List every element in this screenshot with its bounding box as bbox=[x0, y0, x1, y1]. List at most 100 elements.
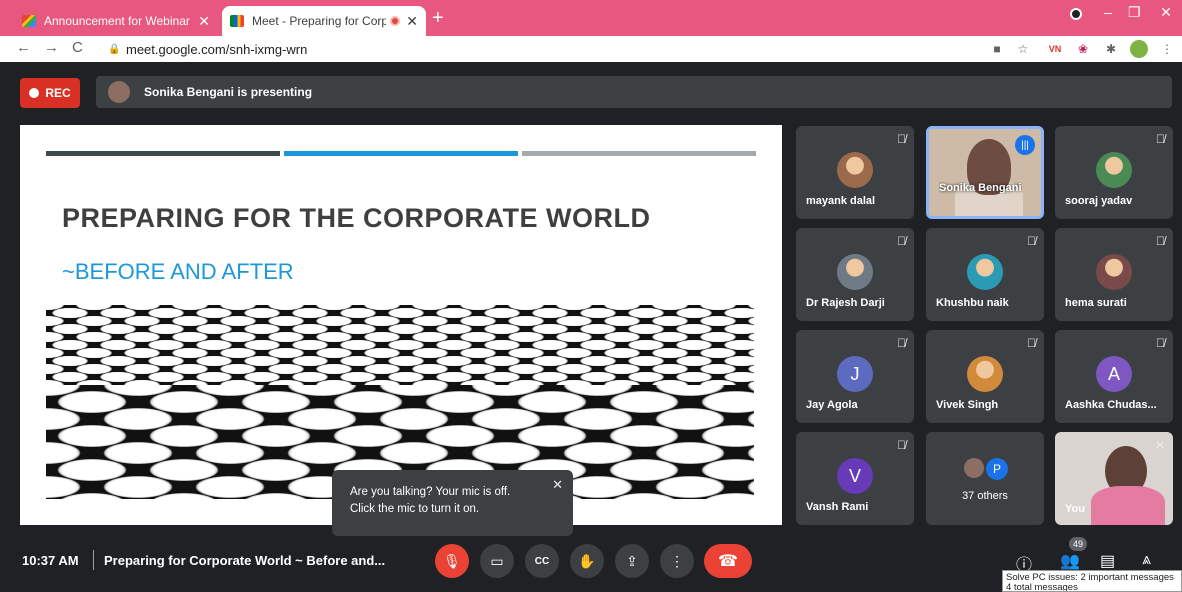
tab-meet[interactable]: Meet - Preparing for Corpora ✕ bbox=[222, 6, 426, 36]
participant-tile[interactable]: 🎙̸ sooraj yadav bbox=[1055, 126, 1173, 219]
profile-icon[interactable] bbox=[1070, 8, 1082, 20]
divider bbox=[93, 550, 94, 570]
toast-line: Click the mic to turn it on. bbox=[350, 503, 480, 515]
extension-icon[interactable]: VN bbox=[1046, 40, 1064, 58]
extensions-puzzle-icon[interactable]: ✱ bbox=[1102, 40, 1120, 58]
activities-icon[interactable]: ⩓ bbox=[1142, 551, 1151, 569]
slide-stripe bbox=[284, 151, 518, 156]
close-tab-icon[interactable]: ✕ bbox=[406, 13, 418, 30]
record-dot-icon bbox=[29, 88, 40, 98]
tab-title: Meet - Preparing for Corpora bbox=[252, 14, 387, 28]
participant-name: hema surati bbox=[1065, 297, 1127, 309]
reload-icon[interactable]: C bbox=[72, 39, 83, 56]
participant-tile[interactable]: 🎙̸ A Aashka Chudas... bbox=[1055, 330, 1173, 423]
more-options-button[interactable]: ⋮ bbox=[660, 544, 694, 578]
mic-off-icon: 🎙̸ bbox=[1027, 234, 1036, 248]
slide-stripe bbox=[522, 151, 756, 156]
mic-off-icon: 🎙̸ bbox=[1027, 336, 1036, 350]
present-button[interactable]: ⇪ bbox=[615, 544, 649, 578]
participant-video bbox=[1091, 486, 1165, 525]
close-window-button[interactable]: ✕ bbox=[1150, 0, 1182, 24]
back-icon[interactable]: ← bbox=[16, 39, 31, 56]
participant-tile[interactable]: ✕ You bbox=[1055, 432, 1173, 525]
mic-off-icon: 🎙̸ bbox=[897, 234, 906, 248]
participant-tile[interactable]: 🎙̸ Vivek Singh bbox=[926, 330, 1044, 423]
hangup-icon: ☎ bbox=[718, 553, 738, 570]
avatar bbox=[967, 356, 1003, 392]
chat-icon[interactable]: ▤ bbox=[1100, 551, 1115, 571]
leave-call-button[interactable]: ☎ bbox=[704, 544, 752, 578]
mic-off-icon: 🎙̸ bbox=[897, 438, 906, 452]
participant-tile[interactable]: 🎙̸ hema surati bbox=[1055, 228, 1173, 321]
camera-icon[interactable]: ■ bbox=[988, 40, 1006, 58]
presenting-bar: Sonika Bengani is presenting bbox=[96, 76, 1172, 108]
camera-icon: ▭ bbox=[490, 552, 504, 569]
participant-tile[interactable]: ||| Sonika Bengani bbox=[926, 126, 1044, 219]
participant-tile[interactable]: 🎙̸ V Vansh Rami bbox=[796, 432, 914, 525]
forward-icon[interactable]: → bbox=[44, 39, 59, 56]
mic-off-icon: ✕ bbox=[1154, 438, 1165, 452]
avatar bbox=[837, 152, 873, 188]
camera-toggle-button[interactable]: ▭ bbox=[480, 544, 514, 578]
url-text: meet.google.com/snh-ixmg-wrn bbox=[126, 41, 308, 57]
avatar bbox=[967, 254, 1003, 290]
participant-name: Jay Agola bbox=[806, 399, 858, 411]
participant-name: Vivek Singh bbox=[936, 399, 999, 411]
rec-label: REC bbox=[45, 86, 71, 100]
new-tab-button[interactable]: + bbox=[432, 8, 444, 28]
mic-off-icon: 🎙̸ bbox=[1156, 336, 1165, 350]
avatar: V bbox=[837, 458, 873, 494]
more-vert-icon: ⋮ bbox=[670, 552, 684, 569]
minimize-button[interactable]: – bbox=[1104, 4, 1112, 20]
presentation-slide: PREPARING FOR THE CORPORATE WORLD ~BEFOR… bbox=[20, 125, 782, 525]
raise-hand-button[interactable]: ✋ bbox=[570, 544, 604, 578]
participant-name: Aashka Chudas... bbox=[1065, 399, 1157, 411]
bookmark-star-icon[interactable]: ☆ bbox=[1014, 40, 1032, 58]
participant-name: 37 others bbox=[962, 490, 1008, 502]
captions-icon: CC bbox=[534, 555, 550, 567]
menu-kebab-icon[interactable]: ⋮ bbox=[1158, 40, 1176, 58]
present-screen-icon: ⇪ bbox=[626, 552, 638, 569]
avatar: J bbox=[837, 356, 873, 392]
mic-toggle-button[interactable]: 🎙 bbox=[435, 544, 469, 578]
participant-tile[interactable]: 🎙̸ J Jay Agola bbox=[796, 330, 914, 423]
participant-name: sooraj yadav bbox=[1065, 195, 1133, 207]
participant-count-badge: 49 bbox=[1069, 537, 1087, 551]
avatar bbox=[108, 81, 130, 103]
slide-subtitle: ~BEFORE AND AFTER bbox=[62, 259, 294, 284]
mic-off-icon: 🎙̸ bbox=[897, 336, 906, 350]
participant-tile[interactable]: P 37 others bbox=[926, 432, 1044, 525]
mic-off-icon: 🎙 bbox=[443, 552, 461, 569]
people-icon[interactable]: 👥 bbox=[1060, 551, 1080, 571]
avatar: P bbox=[986, 458, 1008, 480]
hand-icon: ✋ bbox=[578, 552, 596, 569]
url-field[interactable]: 🔒 meet.google.com/snh-ixmg-wrn bbox=[102, 38, 982, 60]
avatar bbox=[837, 254, 873, 290]
avatar bbox=[964, 458, 984, 478]
participant-name: mayank dalal bbox=[806, 195, 876, 207]
participant-name: Sonika Bengani bbox=[939, 182, 1022, 194]
tab-gmail[interactable]: Announcement for Webinar - jig ✕ bbox=[14, 6, 218, 36]
mic-off-icon: 🎙̸ bbox=[1156, 234, 1165, 248]
participant-name: You bbox=[1065, 503, 1085, 515]
lock-icon: 🔒 bbox=[108, 44, 121, 55]
participant-tile[interactable]: 🎙̸ Khushbu naik bbox=[926, 228, 1044, 321]
participant-tile[interactable]: 🎙̸ mayank dalal bbox=[796, 126, 914, 219]
close-icon[interactable]: ✕ bbox=[552, 476, 563, 493]
mic-off-toast: Are you talking? Your mic is off. Click … bbox=[332, 470, 573, 536]
gmail-icon bbox=[22, 15, 36, 27]
avatar bbox=[1096, 254, 1132, 290]
captions-button[interactable]: CC bbox=[525, 544, 559, 578]
maximize-button[interactable]: ❐ bbox=[1128, 4, 1141, 21]
speaking-indicator-icon: ||| bbox=[1015, 135, 1035, 155]
participant-tile[interactable]: 🎙̸ Dr Rajesh Darji bbox=[796, 228, 914, 321]
close-tab-icon[interactable]: ✕ bbox=[198, 13, 210, 30]
meet-icon bbox=[230, 15, 244, 27]
extension-icon[interactable]: ❀ bbox=[1074, 40, 1092, 58]
participant-name: Vansh Rami bbox=[806, 501, 869, 513]
tooltip-line: 4 total messages bbox=[1006, 582, 1078, 592]
address-bar: ← → C 🔒 meet.google.com/snh-ixmg-wrn ■ ☆… bbox=[0, 36, 1182, 62]
avatar bbox=[1096, 152, 1132, 188]
slide-title: PREPARING FOR THE CORPORATE WORLD bbox=[62, 203, 651, 233]
avatar[interactable] bbox=[1130, 40, 1148, 58]
